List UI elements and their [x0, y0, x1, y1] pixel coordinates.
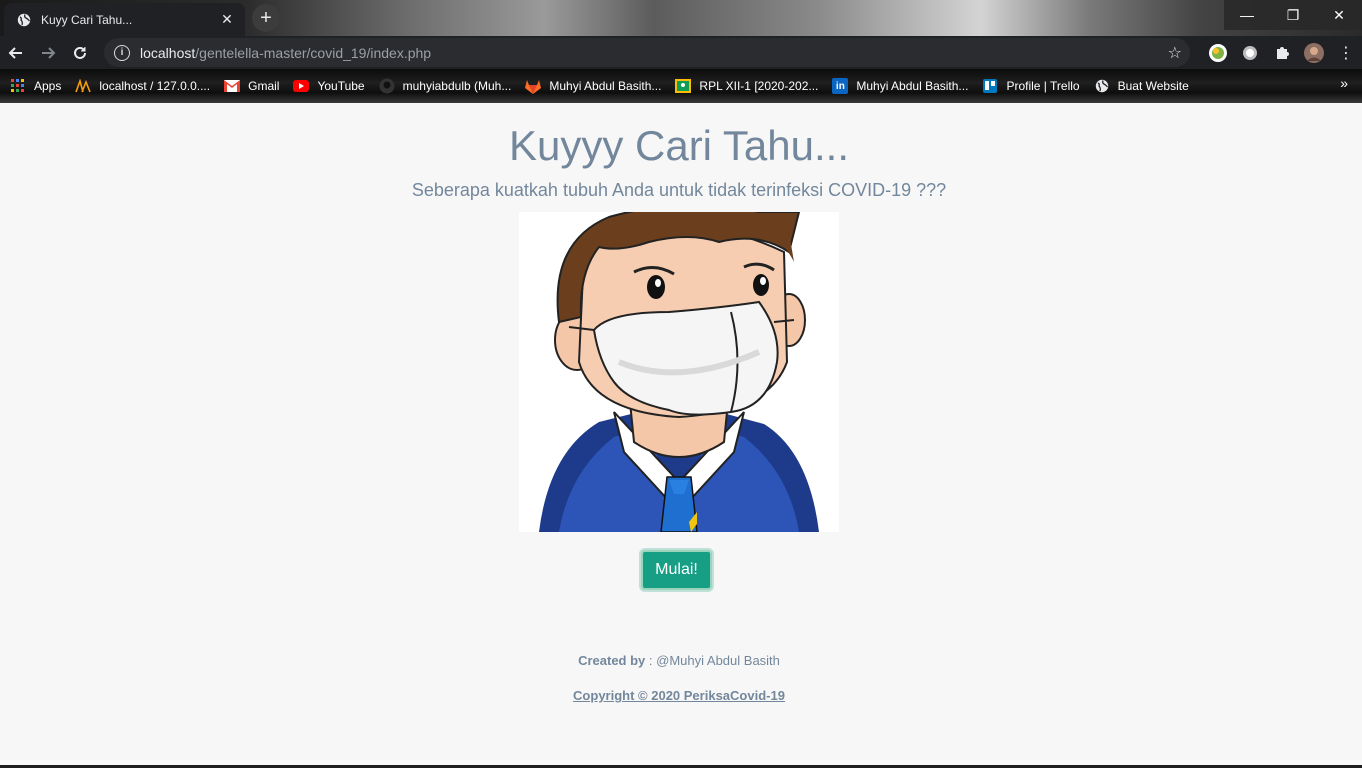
phpmyadmin-icon — [75, 78, 92, 94]
globe-icon — [1094, 78, 1110, 94]
bookmarks-overflow-icon[interactable]: » — [1340, 75, 1348, 91]
minimize-icon[interactable]: — — [1224, 0, 1270, 30]
bookmark-localhost[interactable]: localhost / 127.0.0.... — [75, 72, 218, 100]
page-content: Kuyyy Cari Tahu... Seberapa kuatkah tubu… — [0, 103, 1362, 765]
close-window-icon[interactable]: ✕ — [1316, 0, 1362, 30]
start-button[interactable]: Mulai! — [641, 550, 712, 590]
credit-name: @Muhyi Abdul Basith — [656, 653, 780, 668]
browser-chrome: Kuyy Cari Tahu... ✕ + — ❐ ✕ i localhost/… — [0, 0, 1362, 103]
tab-strip: Kuyy Cari Tahu... ✕ + — ❐ ✕ — [0, 0, 1362, 36]
page-title: Kuyyy Cari Tahu... — [508, 122, 850, 169]
bookmark-trello[interactable]: Profile | Trello — [982, 72, 1087, 100]
address-bar[interactable]: i localhost/gentelella-master/covid_19/i… — [104, 38, 1190, 67]
new-tab-button[interactable]: + — [252, 4, 280, 32]
page-subtitle: Seberapa kuatkah tubuh Anda untuk tidak … — [411, 180, 947, 200]
url-text: localhost/gentelella-master/covid_19/ind… — [140, 44, 432, 61]
bookmark-classroom[interactable]: RPL XII-1 [2020-202... — [675, 72, 826, 100]
credit-line: Created by : @Muhyi Abdul Basith — [578, 653, 780, 668]
github-icon — [379, 78, 395, 94]
gitlab-icon — [525, 78, 542, 94]
window-controls: — ❐ ✕ — [1224, 0, 1362, 30]
trello-icon — [982, 78, 998, 94]
bookmark-gitlab[interactable]: Muhyi Abdul Basith... — [525, 72, 669, 100]
youtube-icon — [293, 78, 310, 94]
extension-area: ⋮ — [1202, 36, 1362, 69]
extension-circle-icon[interactable] — [1234, 37, 1266, 69]
profile-avatar[interactable] — [1298, 37, 1330, 69]
site-info-icon[interactable]: i — [114, 44, 130, 61]
bookmark-youtube[interactable]: YouTube — [293, 72, 372, 100]
classroom-icon — [675, 78, 692, 94]
forward-icon[interactable] — [32, 37, 64, 69]
bookmark-star-icon[interactable]: ☆ — [1168, 43, 1182, 63]
gmail-icon — [224, 78, 241, 94]
extension-colorful-icon[interactable] — [1202, 37, 1234, 69]
back-icon[interactable] — [0, 37, 32, 69]
browser-menu-icon[interactable]: ⋮ — [1330, 37, 1362, 69]
reload-icon[interactable] — [64, 37, 96, 69]
bookmark-github[interactable]: muhyiabdulb (Muh... — [379, 72, 520, 100]
active-tab[interactable]: Kuyy Cari Tahu... ✕ — [4, 3, 245, 36]
restore-icon[interactable]: ❐ — [1270, 0, 1316, 30]
masked-boy-illustration — [519, 212, 839, 532]
tab-title: Kuyy Cari Tahu... — [41, 12, 133, 27]
apps-grid-icon — [10, 78, 26, 94]
bookmark-apps[interactable]: Apps — [10, 72, 69, 100]
tab-close-icon[interactable]: ✕ — [219, 11, 235, 28]
bookmark-buat-website[interactable]: Buat Website — [1094, 72, 1197, 100]
copyright-link[interactable]: Copyright © 2020 PeriksaCovid-19 — [0, 688, 1358, 703]
linkedin-icon: in — [832, 78, 849, 94]
globe-icon — [16, 12, 32, 28]
bookmark-linkedin[interactable]: in Muhyi Abdul Basith... — [832, 72, 976, 100]
extensions-puzzle-icon[interactable] — [1266, 37, 1298, 69]
bookmark-gmail[interactable]: Gmail — [224, 72, 287, 100]
browser-toolbar: i localhost/gentelella-master/covid_19/i… — [0, 36, 1362, 69]
bookmarks-bar: Apps localhost / 127.0.0.... Gmail YouTu… — [0, 69, 1362, 103]
